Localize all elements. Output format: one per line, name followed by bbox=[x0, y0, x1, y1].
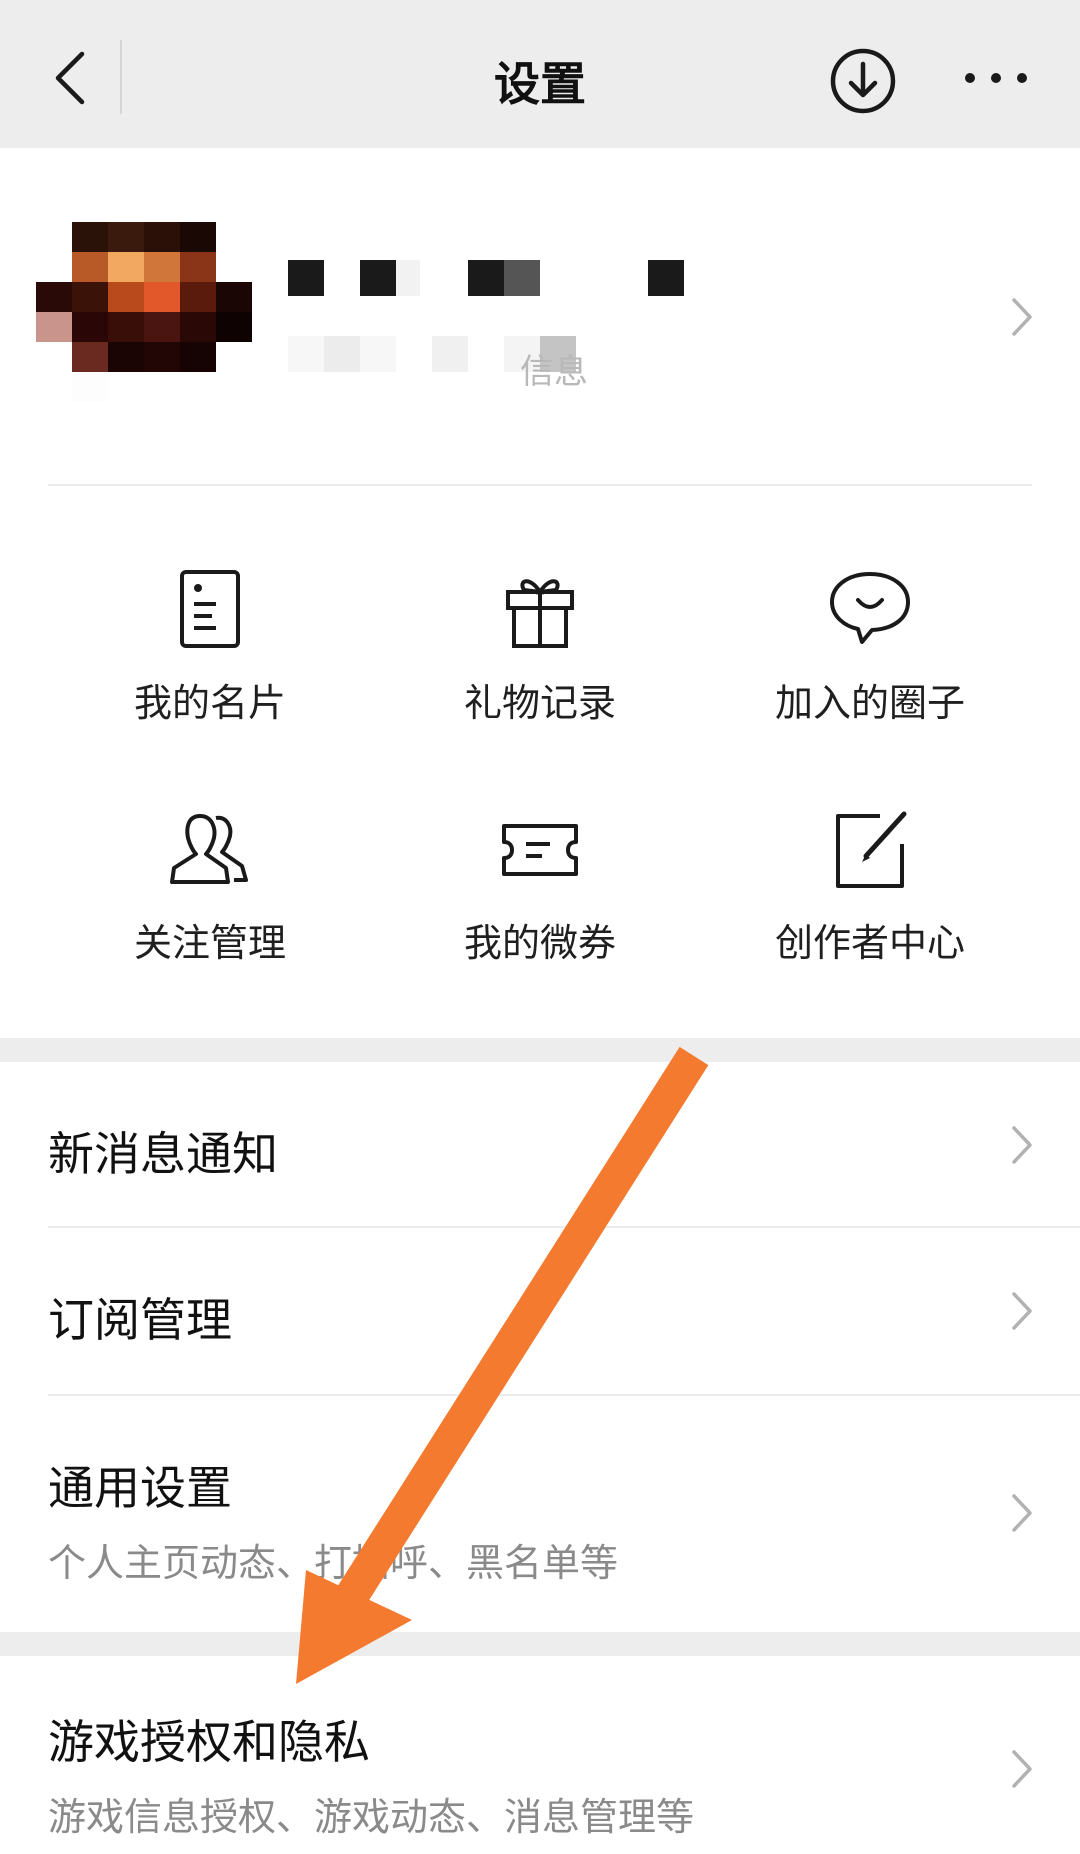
people-icon bbox=[170, 814, 248, 884]
download-circle-icon bbox=[830, 48, 896, 114]
grid-label: 礼物记录 bbox=[463, 681, 616, 725]
shortcut-grid: 我的名片 礼物记录 加入的圈子 关注管理 我的微券 创作者中心 bbox=[0, 486, 1080, 1038]
description-pixelated bbox=[288, 336, 576, 372]
gift-icon bbox=[506, 579, 574, 648]
chevron-right-icon bbox=[1012, 298, 1032, 336]
grid-label: 我的名片 bbox=[133, 681, 286, 725]
avatar bbox=[36, 222, 252, 402]
row-title: 订阅管理 bbox=[48, 1293, 232, 1347]
grid-label: 我的微券 bbox=[463, 921, 616, 965]
row-title: 新消息通知 bbox=[48, 1127, 278, 1181]
chevron-right-icon bbox=[1012, 1292, 1032, 1330]
more-button[interactable] bbox=[956, 48, 1036, 108]
row-subtitle: 游戏信息授权、游戏动态、消息管理等 bbox=[48, 1795, 695, 1839]
description-fragment: 信息 bbox=[520, 352, 588, 392]
chevron-right-icon bbox=[1012, 1494, 1032, 1532]
row-general-settings[interactable]: 通用设置 个人主页动态、打招呼、黑名单等 bbox=[0, 1396, 1080, 1632]
grid-item-gift-record[interactable]: 礼物记录 bbox=[360, 486, 720, 726]
name-pixelated bbox=[288, 260, 684, 296]
page-title: 设置 bbox=[494, 57, 586, 111]
row-subtitle: 个人主页动态、打招呼、黑名单等 bbox=[48, 1541, 619, 1585]
grid-label: 关注管理 bbox=[133, 921, 286, 965]
coupon-icon bbox=[502, 824, 578, 876]
chevron-right-icon bbox=[1012, 1126, 1032, 1164]
grid-label: 加入的圈子 bbox=[774, 681, 965, 725]
grid-item-creator-center[interactable]: 创作者中心 bbox=[690, 726, 1050, 966]
grid-item-name-card[interactable]: 我的名片 bbox=[30, 486, 390, 726]
row-new-message-notify[interactable]: 新消息通知 bbox=[0, 1062, 1080, 1228]
edit-square-icon bbox=[836, 811, 907, 888]
row-game-privacy[interactable]: 游戏授权和隐私 游戏信息授权、游戏动态、消息管理等 bbox=[0, 1656, 1080, 1854]
row-subscription-manage[interactable]: 订阅管理 bbox=[0, 1228, 1080, 1396]
download-button[interactable] bbox=[826, 44, 900, 118]
chat-bubble-icon bbox=[830, 572, 910, 644]
row-title: 游戏授权和隐私 bbox=[48, 1715, 370, 1769]
more-dots-icon bbox=[965, 73, 1027, 83]
chevron-right-icon bbox=[1012, 1750, 1032, 1788]
grid-item-my-coupons[interactable]: 我的微券 bbox=[360, 726, 720, 966]
profile-card[interactable]: 信息 bbox=[0, 148, 1080, 486]
grid-item-joined-circles[interactable]: 加入的圈子 bbox=[690, 486, 1050, 726]
top-bar: 设置 bbox=[0, 0, 1080, 148]
grid-label: 创作者中心 bbox=[774, 921, 965, 965]
name-card-icon bbox=[180, 570, 240, 648]
row-title: 通用设置 bbox=[48, 1461, 232, 1515]
section-gap bbox=[0, 1632, 1080, 1656]
grid-item-follow-manage[interactable]: 关注管理 bbox=[30, 726, 390, 966]
section-gap bbox=[0, 1038, 1080, 1062]
